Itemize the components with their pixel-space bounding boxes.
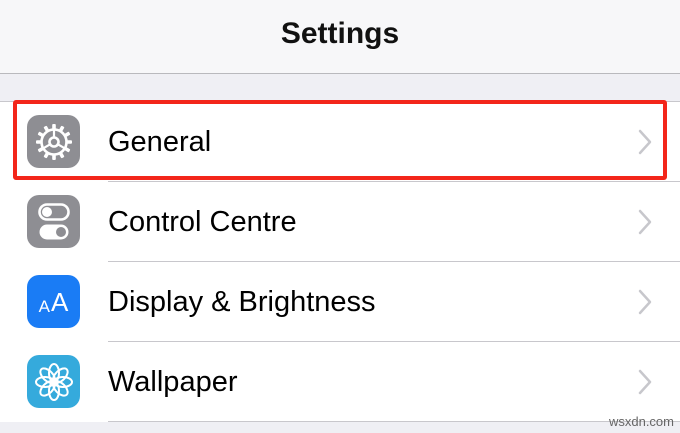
settings-row-display-brightness[interactable]: AA Display & Brightness <box>0 262 680 342</box>
settings-row-label: Wallpaper <box>108 365 238 398</box>
settings-row-control-centre[interactable]: Control Centre <box>0 182 680 262</box>
settings-row-label: Display & Brightness <box>108 285 376 318</box>
toggles-icon <box>27 195 80 248</box>
flower-icon <box>27 355 80 408</box>
toggles-icon-glyph <box>37 202 70 239</box>
navigation-bar: Settings <box>0 0 680 74</box>
highlight-box <box>13 100 667 180</box>
settings-row-wallpaper[interactable]: Wallpaper <box>0 342 680 422</box>
text-size-icon-glyph: AA <box>38 286 69 317</box>
flower-icon-glyph <box>34 362 73 401</box>
chevron-right-icon <box>638 369 652 395</box>
chevron-right-icon <box>638 209 652 235</box>
watermark: wsxdn.com <box>608 414 674 429</box>
row-separator <box>108 421 680 422</box>
chevron-right-icon <box>638 289 652 315</box>
page-title: Settings <box>280 17 400 50</box>
text-size-icon: AA <box>27 275 80 328</box>
settings-row-label: Control Centre <box>108 205 297 238</box>
